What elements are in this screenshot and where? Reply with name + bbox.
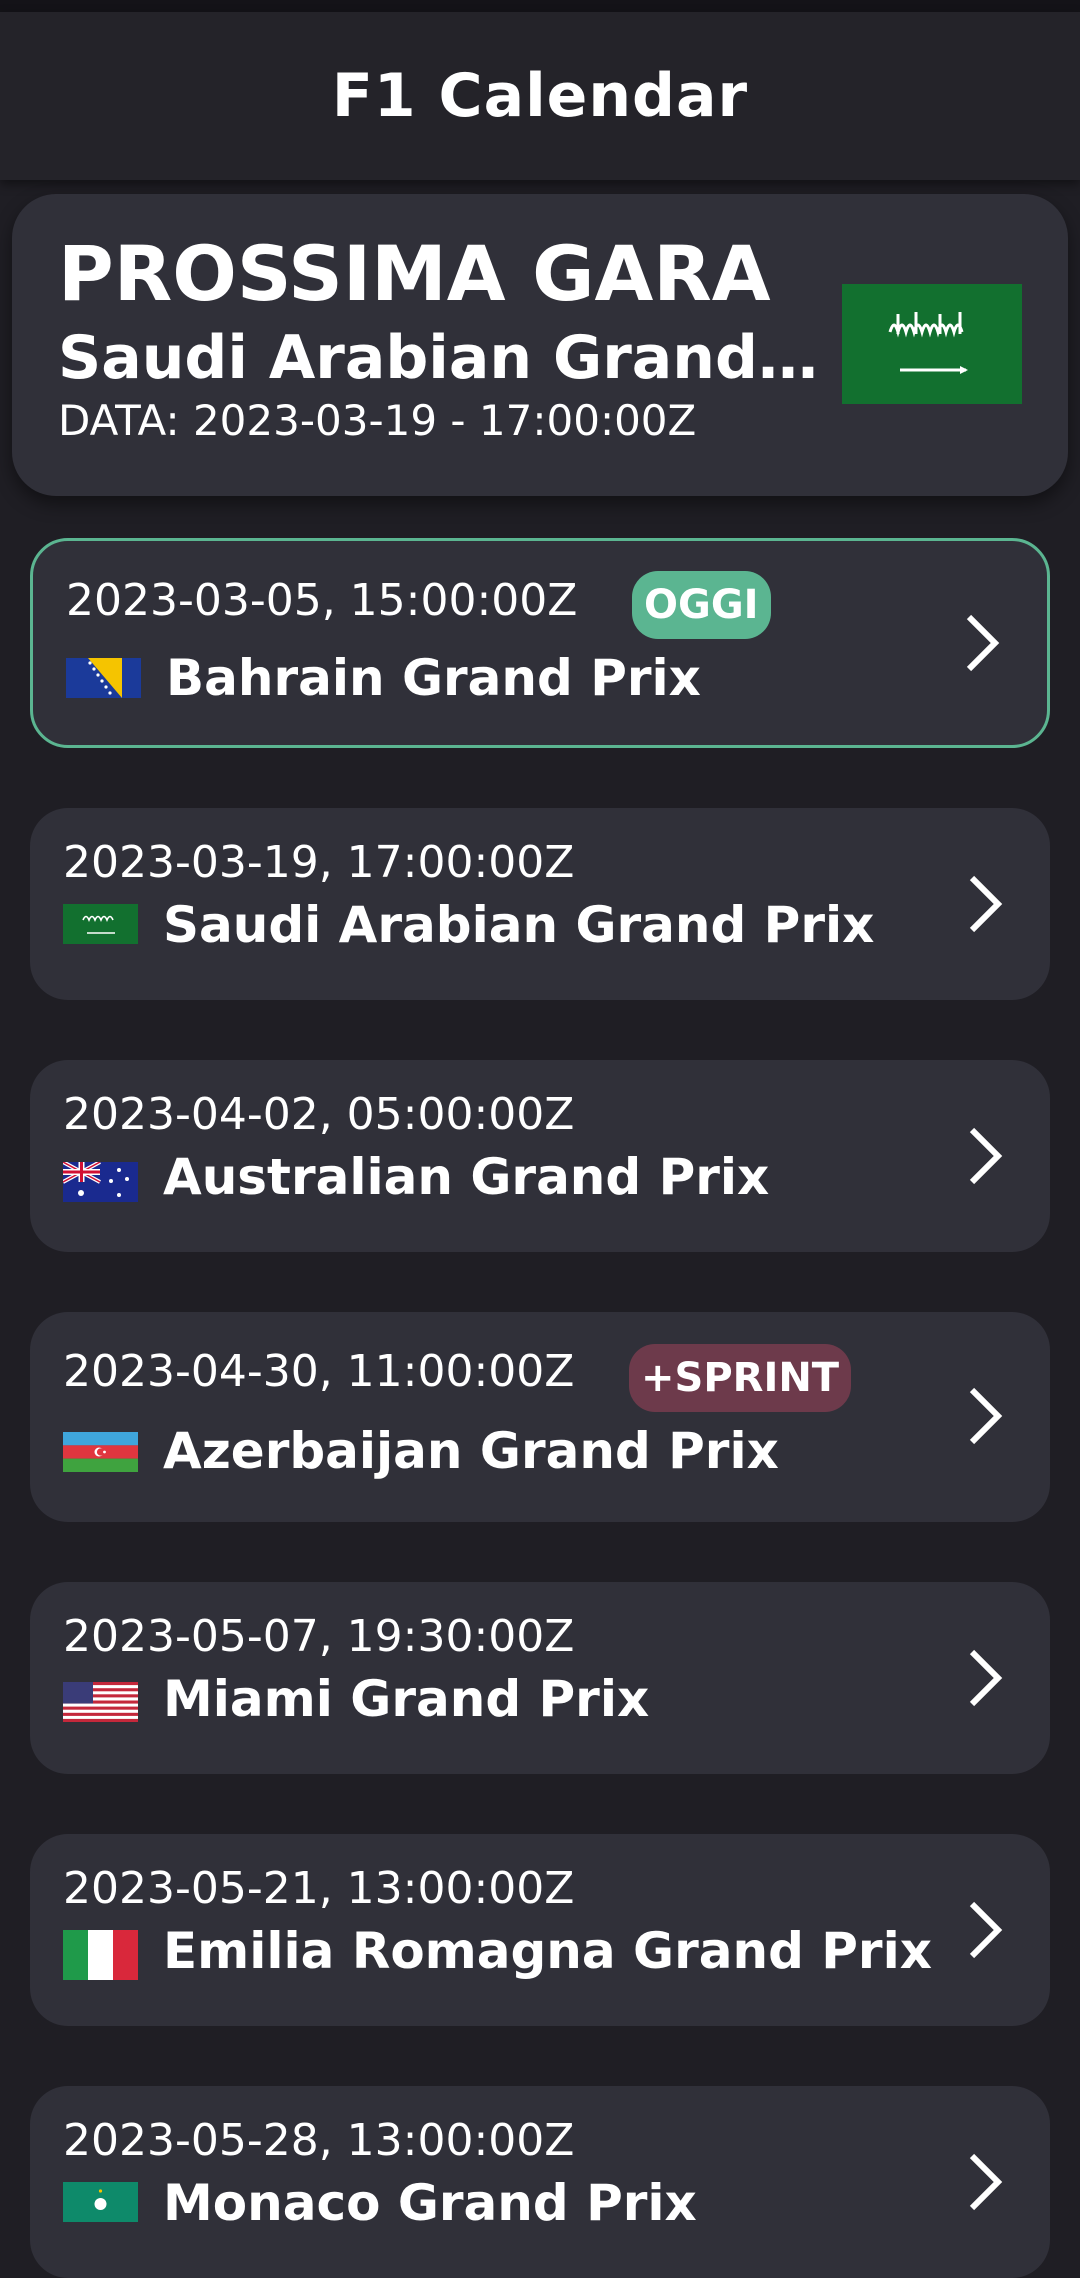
race-card-bahrain[interactable]: 2023-03-05, 15:00:00Z OGGI Bahrain Grand… (30, 538, 1050, 748)
race-card-saudi-arabia[interactable]: 2023-03-19, 17:00:00Z Saudi Arabian Gran… (30, 808, 1050, 1000)
next-race-date: DATA: 2023-03-19 - 17:00:00Z (58, 396, 697, 445)
saudi-arabia-flag-icon (63, 904, 138, 944)
status-bar (0, 0, 1080, 12)
chevron-right-icon (969, 1649, 1003, 1707)
italy-flag-icon (63, 1930, 138, 1980)
race-name: Bahrain Grand Prix (166, 649, 701, 707)
usa-flag-icon (63, 1682, 138, 1722)
race-card-australia[interactable]: 2023-04-02, 05:00:00Z Australian Grand P… (30, 1060, 1050, 1252)
race-name: Emilia Romagna Grand Prix (163, 1922, 932, 1980)
race-card-emilia-romagna[interactable]: 2023-05-21, 13:00:00Z Emilia Romagna Gra… (30, 1834, 1050, 2026)
australia-flag-icon (63, 1162, 138, 1202)
app-bar: F1 Calendar (0, 12, 1080, 180)
race-date: 2023-04-02, 05:00:00Z (63, 1089, 575, 1140)
bosnia-flag-icon (66, 658, 141, 698)
race-card-azerbaijan[interactable]: 2023-04-30, 11:00:00Z +SPRINT Azerbaijan… (30, 1312, 1050, 1522)
sprint-badge: +SPRINT (629, 1344, 852, 1412)
race-date: 2023-05-07, 19:30:00Z (63, 1611, 575, 1662)
race-name: Australian Grand Prix (163, 1148, 770, 1206)
next-race-card[interactable]: PROSSIMA GARA Saudi Arabian Grand Prix D… (12, 194, 1068, 496)
saudi-arabia-flag-icon (842, 284, 1022, 404)
chevron-right-icon (969, 2153, 1003, 2211)
next-race-name: Saudi Arabian Grand Prix (58, 328, 838, 388)
macau-flag-icon (63, 2182, 138, 2222)
race-date: 2023-03-19, 17:00:00Z (63, 837, 575, 888)
race-date: 2023-04-30, 11:00:00Z (63, 1346, 575, 1397)
race-name: Saudi Arabian Grand Prix (163, 896, 875, 954)
chevron-right-icon (969, 1901, 1003, 1959)
race-date: 2023-05-21, 13:00:00Z (63, 1863, 575, 1914)
race-card-miami[interactable]: 2023-05-07, 19:30:00Z Miami Grand Prix (30, 1582, 1050, 1774)
azerbaijan-flag-icon (63, 1432, 138, 1472)
race-card-monaco[interactable]: 2023-05-28, 13:00:00Z Monaco Grand Prix (30, 2086, 1050, 2278)
race-name: Azerbaijan Grand Prix (163, 1422, 779, 1480)
chevron-right-icon (966, 614, 1000, 672)
race-date: 2023-03-05, 15:00:00Z (66, 575, 578, 626)
race-date: 2023-05-28, 13:00:00Z (63, 2115, 575, 2166)
race-name: Miami Grand Prix (163, 1670, 650, 1728)
next-race-heading: PROSSIMA GARA (58, 229, 771, 318)
chevron-right-icon (969, 1127, 1003, 1185)
app-title: F1 Calendar (331, 61, 749, 131)
chevron-right-icon (969, 875, 1003, 933)
today-badge: OGGI (632, 571, 771, 639)
chevron-right-icon (969, 1387, 1003, 1445)
